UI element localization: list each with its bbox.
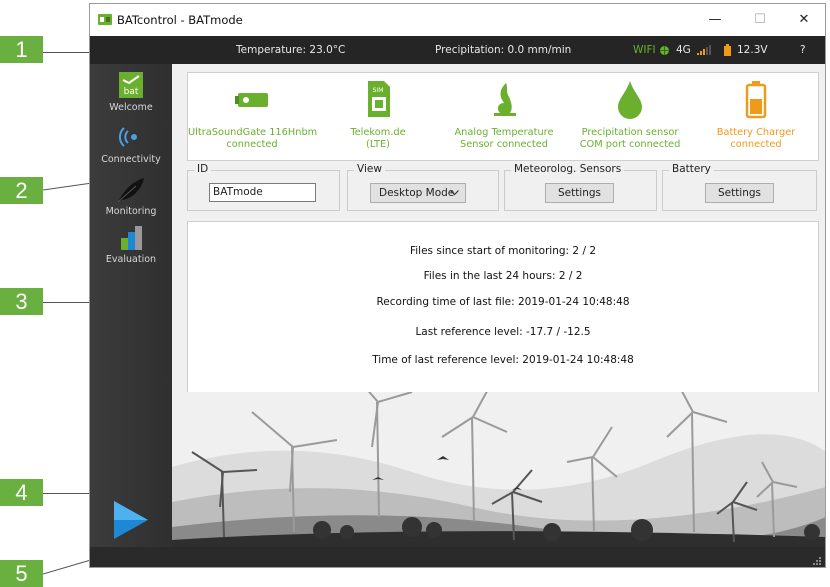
callout-5: 5 [0, 560, 43, 587]
device-name: Precipitation sensor [581, 127, 679, 138]
minimize-button[interactable]: — [693, 4, 737, 36]
last-file-time: Recording time of last file: 2019-01-24 … [376, 296, 630, 308]
title-bar[interactable]: BATcontrol - BATmode — ☐ ✕ [90, 4, 825, 36]
view-select[interactable]: Desktop Mode [370, 183, 466, 203]
device-temperature: Analog Temperature Sensor connected [440, 73, 568, 162]
precipitation-readout: Precipitation: 0.0 mm/min [435, 44, 572, 56]
signal-icon [697, 45, 711, 55]
device-status: (LTE) [366, 139, 390, 150]
device-name: Battery Charger [716, 127, 796, 138]
callout-line-1 [43, 52, 93, 53]
view-select-value: Desktop Mode [379, 187, 455, 199]
sim-card-icon: SIM [368, 81, 390, 117]
svg-text:SIM: SIM [373, 87, 384, 94]
last-reference-time: Time of last reference level: 2019-01-24… [372, 354, 634, 366]
meteo-sensors-group: Meteorolog. Sensors Settings [504, 163, 657, 211]
resize-grip-icon[interactable] [813, 557, 822, 566]
sidebar-item-monitoring[interactable]: Monitoring [90, 174, 172, 222]
close-button[interactable]: ✕ [782, 4, 825, 36]
device-status: connected [226, 139, 278, 150]
device-name: UltraSoundGate 116Hnbm [188, 127, 318, 138]
battery-settings-button[interactable]: Settings [705, 183, 774, 203]
callout-4: 4 [0, 479, 43, 506]
chevron-down-icon [450, 190, 459, 196]
battery-icon [745, 81, 767, 119]
wifi-label: WIFI [633, 44, 656, 56]
last-reference-level: Last reference level: -17.7 / -12.5 [415, 326, 591, 338]
device-status: Sensor connected [460, 139, 548, 150]
sidebar-item-welcome[interactable]: bat Welcome [90, 70, 172, 118]
device-battery-charger: Battery Charger connected [692, 73, 820, 162]
battery-group: Battery Settings [662, 163, 817, 211]
sidebar-label-welcome: Welcome [109, 102, 153, 113]
callout-3: 3 [0, 288, 43, 315]
device-precipitation: Precipitation sensor COM port connected [566, 73, 694, 162]
wind-farm-illustration [172, 392, 825, 547]
sidebar-item-connectivity[interactable]: Connectivity [90, 122, 172, 170]
bar-chart-icon [121, 226, 142, 250]
ultrasound-device-icon [235, 93, 268, 107]
callout-2: 2 [0, 177, 43, 204]
devices-panel: UltraSoundGate 116Hnbm connected SIM Tel… [187, 72, 819, 161]
id-input[interactable]: BATmode [209, 183, 316, 202]
callout-1: 1 [0, 36, 43, 63]
meteo-group-title: Meteorolog. Sensors [511, 163, 625, 175]
battery-status-icon [724, 44, 731, 56]
device-status: COM port connected [579, 139, 681, 150]
sidebar-label-connectivity: Connectivity [101, 154, 161, 165]
network-label: 4G [676, 44, 691, 56]
svg-text:bat: bat [124, 87, 139, 97]
wireless-icon [118, 127, 137, 147]
sidebar-label-monitoring: Monitoring [105, 206, 157, 217]
sidebar-label-evaluation: Evaluation [105, 254, 157, 265]
files-last-24h: Files in the last 24 hours: 2 / 2 [423, 270, 583, 282]
globe-icon [660, 46, 669, 55]
window-title: BATcontrol - BATmode [117, 13, 243, 27]
maximize-button[interactable]: ☐ [738, 4, 782, 36]
files-since-start: Files since start of monitoring: 2 / 2 [409, 245, 596, 257]
help-button[interactable]: ? [800, 44, 806, 56]
battery-group-title: Battery [669, 163, 714, 175]
meteo-settings-button[interactable]: Settings [545, 183, 614, 203]
device-ultrasoundgate: UltraSoundGate 116Hnbm connected [188, 73, 318, 162]
flame-icon [494, 83, 516, 116]
view-group-title: View [354, 163, 385, 175]
drop-icon [618, 81, 642, 119]
device-telekom: SIM Telekom.de (LTE) [314, 73, 442, 162]
sidebar-item-evaluation[interactable]: Evaluation [90, 222, 172, 270]
app-window: BATcontrol - BATmode — ☐ ✕ Temperature: … [89, 3, 826, 568]
view-group: View Desktop Mode [347, 163, 499, 211]
bottom-bar [90, 547, 825, 567]
sidebar: bat Welcome Connectivity Monitoring Eval… [90, 64, 172, 547]
start-monitoring-button[interactable] [112, 500, 150, 540]
id-group: ID BATmode [187, 163, 340, 211]
status-bar: Temperature: 23.0°C Precipitation: 0.0 m… [90, 36, 825, 64]
app-icon [98, 14, 112, 25]
main-content: UltraSoundGate 116Hnbm connected SIM Tel… [172, 64, 825, 547]
device-name: Analog Temperature [454, 127, 554, 138]
temperature-readout: Temperature: 23.0°C [236, 44, 346, 56]
voltage-readout: 12.3V [737, 44, 768, 56]
id-group-title: ID [194, 163, 212, 175]
device-name: Telekom.de [350, 127, 406, 138]
monitoring-info-panel: Files since start of monitoring: 2 / 2 F… [187, 221, 819, 396]
feather-icon [117, 178, 144, 203]
bat-logo-icon: bat [119, 72, 143, 98]
device-status: connected [730, 139, 782, 150]
